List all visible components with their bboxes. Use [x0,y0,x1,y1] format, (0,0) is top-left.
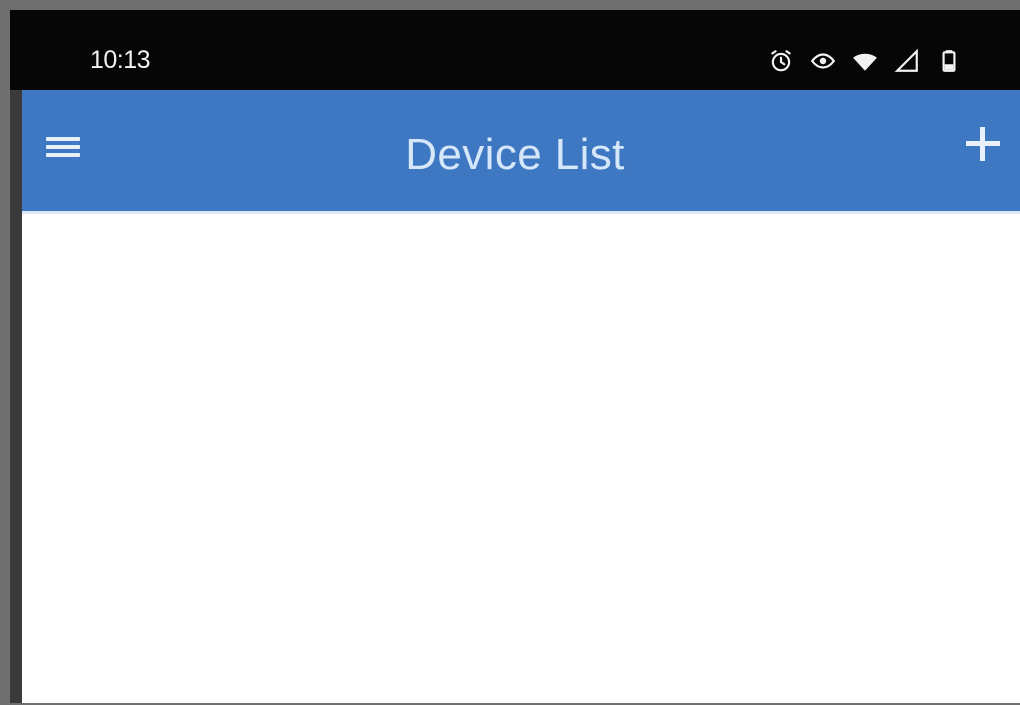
status-time: 10:13 [90,46,151,74]
app-bar: Device List [22,90,1020,211]
signal-icon [894,48,918,72]
plus-icon [966,127,1000,161]
eye-icon [810,53,836,69]
battery-icon [942,50,956,72]
status-bar: 10:13 [10,10,1020,90]
wifi-icon [853,53,877,71]
device-screen: 10:13 Device List [10,10,1020,703]
status-icons [768,48,962,74]
add-device-button[interactable] [958,119,1008,169]
left-screen-edge [10,90,22,703]
page-title: Device List [405,130,625,179]
device-list [22,214,1020,703]
alarm-icon [771,50,791,72]
